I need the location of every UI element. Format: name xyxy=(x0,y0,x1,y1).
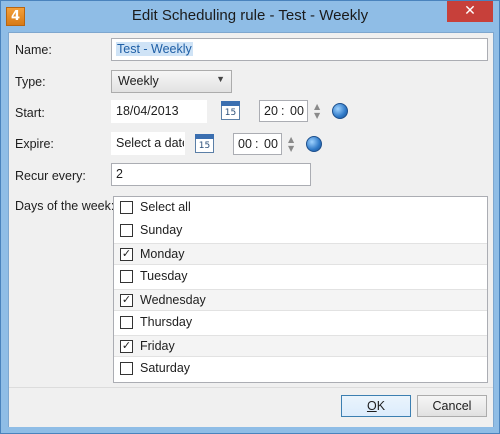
day-label: Monday xyxy=(140,247,185,261)
time-separator: : xyxy=(281,104,285,118)
days-list: Select all Sunday ✓ Monday Tuesday ✓ Wed… xyxy=(113,196,488,383)
recur-value: 2 xyxy=(116,167,123,181)
dialog-body: Name: Test - Weekly Type: Weekly ▼ Start… xyxy=(8,32,494,427)
calendar-icon[interactable]: 15 xyxy=(195,134,214,153)
name-label: Name: xyxy=(15,43,52,57)
expire-label: Expire: xyxy=(15,137,54,151)
day-item-monday[interactable]: ✓ Monday xyxy=(114,243,487,265)
start-date-value: 18/04/2013 xyxy=(116,104,179,118)
day-item-tuesday[interactable]: Tuesday xyxy=(114,266,487,288)
day-item-thursday[interactable]: Thursday xyxy=(114,312,487,334)
checkmark-icon: ✓ xyxy=(121,340,132,352)
checkmark-icon: ✓ xyxy=(121,248,132,260)
checkbox[interactable] xyxy=(120,316,133,329)
start-date-input[interactable]: 18/04/2013 xyxy=(111,100,207,123)
day-item-select-all[interactable]: Select all xyxy=(114,197,487,219)
checkbox[interactable]: ✓ xyxy=(120,248,133,261)
expire-time-spinner[interactable]: ▲ ▼ xyxy=(288,135,296,153)
type-dropdown-value: Weekly xyxy=(118,74,159,88)
globe-icon[interactable] xyxy=(306,136,322,152)
dialog-footer: OK Cancel xyxy=(9,387,493,427)
day-item-saturday[interactable]: Saturday xyxy=(114,358,487,380)
dialog-window: 4 Edit Scheduling rule - Test - Weekly ✕… xyxy=(0,0,500,434)
day-label: Friday xyxy=(140,339,175,353)
day-label: Tuesday xyxy=(140,269,188,283)
spin-up-icon[interactable]: ▲ xyxy=(314,102,322,111)
spin-down-icon[interactable]: ▼ xyxy=(288,144,296,153)
start-label: Start: xyxy=(15,106,45,120)
day-label: Saturday xyxy=(140,361,191,375)
name-input[interactable]: Test - Weekly xyxy=(111,38,488,61)
expire-hour: 00 xyxy=(238,137,252,151)
days-label: Days of the week: xyxy=(15,199,115,213)
type-label: Type: xyxy=(15,75,46,89)
expire-time-input[interactable]: 00 : 00 xyxy=(233,133,282,155)
expire-date-placeholder: Select a date xyxy=(116,136,185,150)
checkbox[interactable] xyxy=(120,224,133,237)
day-label: Select all xyxy=(140,200,191,214)
window-title: Edit Scheduling rule - Test - Weekly xyxy=(131,7,369,24)
chevron-down-icon: ▼ xyxy=(216,74,225,84)
time-separator: : xyxy=(255,137,259,151)
ok-label: K xyxy=(376,399,386,413)
close-button[interactable]: ✕ xyxy=(447,1,493,22)
day-item-sunday[interactable]: Sunday xyxy=(114,220,487,242)
recur-input[interactable]: 2 xyxy=(111,163,311,186)
start-time-spinner[interactable]: ▲ ▼ xyxy=(314,102,322,120)
close-icon: ✕ xyxy=(464,3,476,19)
cancel-button[interactable]: Cancel xyxy=(417,395,487,417)
calendar-day-number: 15 xyxy=(198,141,211,151)
calendar-icon[interactable]: 15 xyxy=(221,101,240,120)
ok-button[interactable]: OK xyxy=(341,395,411,417)
start-minute: 00 xyxy=(290,104,304,118)
checkbox[interactable] xyxy=(120,362,133,375)
checkbox[interactable]: ✓ xyxy=(120,340,133,353)
calendar-day-number: 15 xyxy=(224,108,237,118)
checkmark-icon: ✓ xyxy=(121,294,132,306)
checkbox[interactable]: ✓ xyxy=(120,294,133,307)
expire-minute: 00 xyxy=(264,137,278,151)
start-hour: 20 xyxy=(264,104,278,118)
day-label: Wednesday xyxy=(140,293,206,307)
day-label: Thursday xyxy=(140,315,193,329)
title-bar[interactable]: 4 Edit Scheduling rule - Test - Weekly ✕ xyxy=(1,1,499,32)
globe-icon[interactable] xyxy=(332,103,348,119)
checkbox[interactable] xyxy=(120,201,133,214)
spin-down-icon[interactable]: ▼ xyxy=(314,111,322,120)
recur-label: Recur every: xyxy=(15,169,86,183)
spin-up-icon[interactable]: ▲ xyxy=(288,135,296,144)
day-label: Sunday xyxy=(140,223,183,237)
type-dropdown[interactable]: Weekly ▼ xyxy=(111,70,232,93)
checkbox[interactable] xyxy=(120,270,133,283)
day-item-wednesday[interactable]: ✓ Wednesday xyxy=(114,289,487,311)
ok-mnemonic: O xyxy=(366,399,377,413)
day-item-friday[interactable]: ✓ Friday xyxy=(114,335,487,357)
cancel-label: Cancel xyxy=(432,399,472,413)
start-time-input[interactable]: 20 : 00 xyxy=(259,100,308,122)
expire-date-input[interactable]: Select a date xyxy=(111,132,185,155)
name-input-value: Test - Weekly xyxy=(116,42,193,56)
